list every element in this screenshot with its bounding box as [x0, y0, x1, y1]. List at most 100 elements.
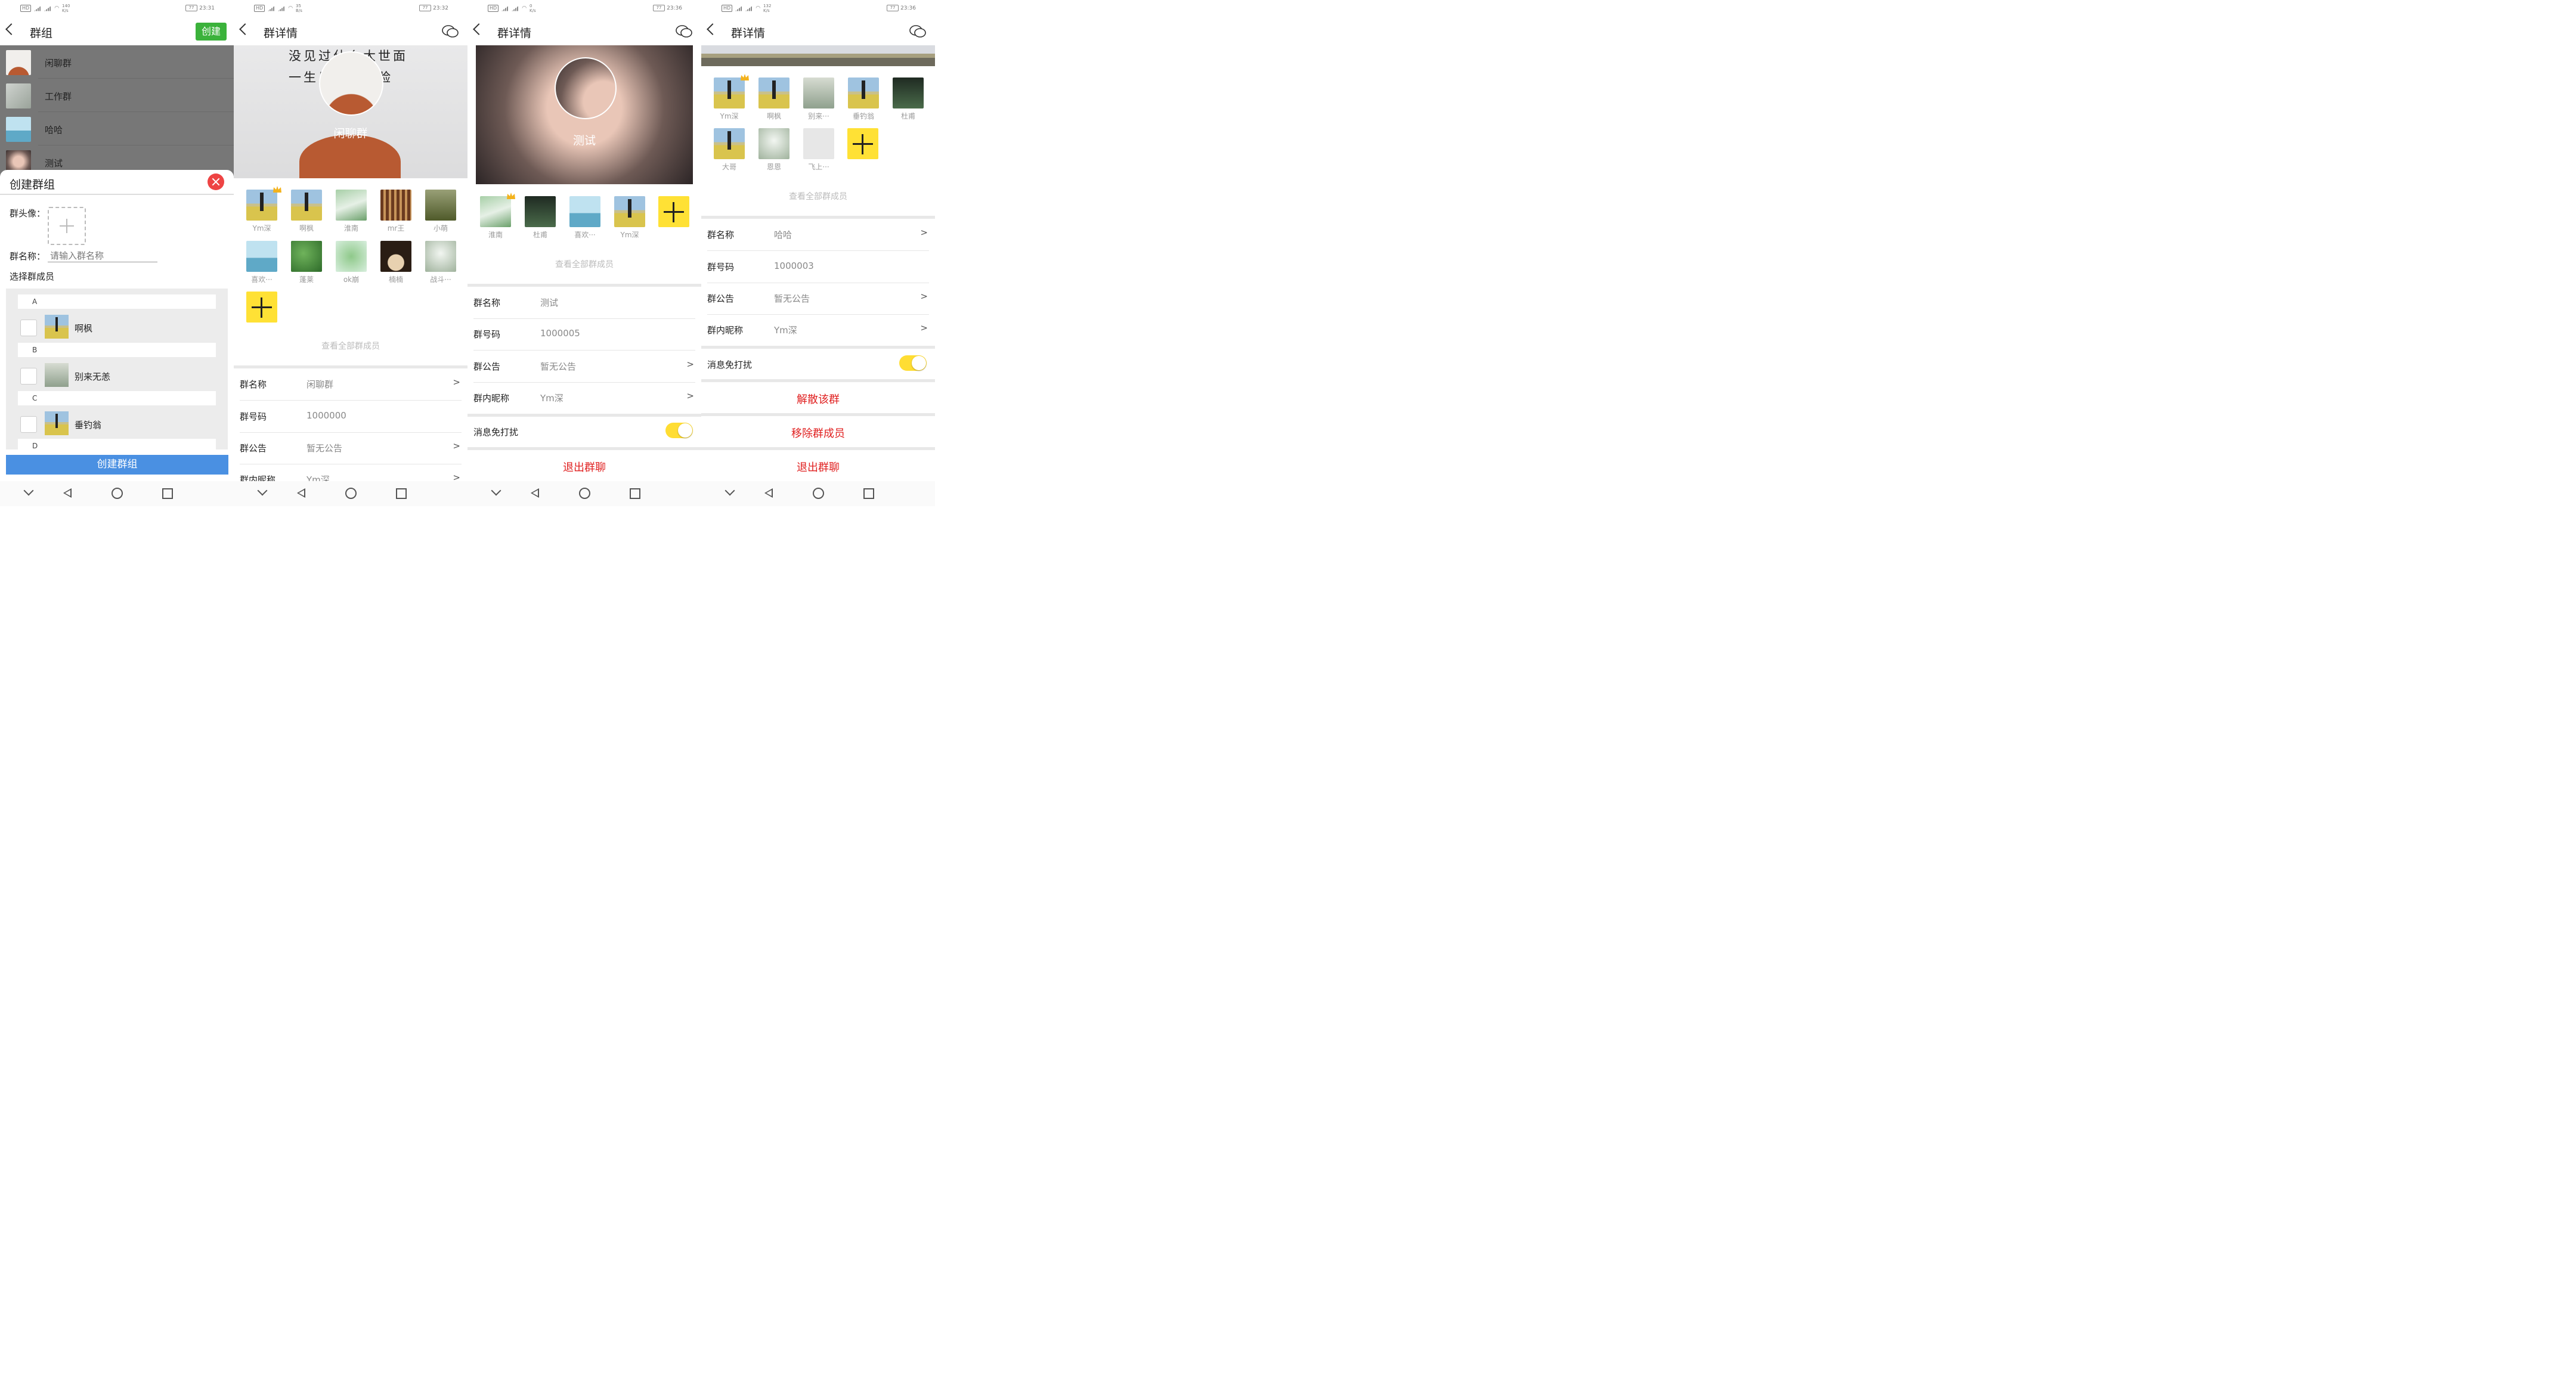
member-row[interactable]: 别来无恙	[6, 357, 228, 390]
net-speed: 35 B/s	[296, 4, 302, 13]
back-icon[interactable]	[5, 23, 17, 35]
nav-home-icon[interactable]	[813, 488, 824, 499]
create-button[interactable]: 创建	[196, 23, 227, 41]
signal-icon	[735, 5, 743, 11]
member-item[interactable]: 飞上···	[803, 128, 835, 172]
mute-toggle[interactable]	[899, 355, 927, 371]
mute-toggle[interactable]	[665, 423, 693, 438]
member-checkbox[interactable]	[20, 368, 37, 385]
wifi-icon: ◠	[54, 5, 60, 11]
signal-icon	[268, 5, 275, 11]
avatar-picker[interactable]	[48, 207, 86, 245]
nav-home-icon[interactable]	[112, 488, 123, 499]
chat-icon[interactable]	[441, 24, 459, 39]
group-name-row[interactable]: 群名称 测试	[473, 287, 695, 319]
hide-nav-icon[interactable]	[491, 485, 501, 496]
view-all-members-link[interactable]: 查看全部群成员	[701, 190, 935, 202]
nav-back-icon[interactable]	[764, 488, 773, 498]
member-item[interactable]: 蓬莱	[290, 241, 323, 284]
hide-nav-icon[interactable]	[724, 485, 735, 496]
dismiss-group-button[interactable]: 解散该群	[701, 391, 935, 407]
member-item[interactable]: 大哥	[713, 128, 745, 172]
battery-icon: 77	[185, 5, 198, 11]
group-name-input[interactable]	[48, 250, 157, 262]
nav-back-icon[interactable]	[297, 488, 305, 498]
view-all-members-link[interactable]: 查看全部群成员	[467, 258, 701, 270]
group-avatar[interactable]	[555, 57, 617, 119]
member-item[interactable]: 淮南	[479, 193, 515, 240]
member-item[interactable]: Ym深	[246, 186, 281, 233]
member-item[interactable]: 恩恩	[758, 128, 790, 172]
member-item[interactable]: 啊枫	[758, 78, 790, 121]
battery-icon: 77	[653, 5, 665, 11]
member-item[interactable]: 喜欢···	[569, 196, 601, 240]
member-item[interactable]: 啊枫	[290, 190, 323, 233]
status-bar: HD ◠ 35 B/s 77 23:32	[234, 0, 467, 18]
hide-nav-icon[interactable]	[257, 485, 268, 496]
group-notice-row[interactable]: 群公告 暂无公告 >	[240, 432, 462, 464]
battery-icon: 77	[887, 5, 899, 11]
page-title: 群详情	[497, 27, 532, 40]
exit-group-button[interactable]: 退出群聊	[467, 459, 701, 475]
add-member-button[interactable]	[658, 196, 689, 227]
member-item[interactable]: 淮南	[335, 190, 367, 233]
create-group-button[interactable]: 创建群组	[6, 455, 228, 475]
banner-hair	[299, 135, 401, 178]
member-item[interactable]: 战斗···	[425, 241, 457, 284]
back-icon[interactable]	[473, 23, 485, 35]
member-item[interactable]: 杜甫	[892, 78, 924, 121]
group-item[interactable]: 闲聊群	[0, 45, 234, 79]
view-all-members-link[interactable]: 查看全部群成员	[234, 340, 467, 352]
back-icon[interactable]	[707, 23, 719, 35]
member-item[interactable]: Ym深	[614, 196, 646, 240]
nav-back-icon[interactable]	[63, 488, 72, 498]
crown-icon	[507, 193, 515, 199]
member-item[interactable]: Ym深	[713, 74, 749, 121]
group-avatar[interactable]	[319, 51, 383, 116]
member-item[interactable]: 垂钓翁	[847, 78, 880, 121]
close-icon[interactable]	[208, 173, 224, 190]
chat-icon[interactable]	[909, 24, 927, 39]
member-item[interactable]: ok崩	[335, 241, 367, 284]
exit-group-button[interactable]: 退出群聊	[701, 459, 935, 475]
group-detail-screen: HD ◠ 0 K/s 77 23:36 群详情 测试 淮南 杜甫 喜欢··· Ym深 …	[467, 0, 701, 506]
nav-recents-icon[interactable]	[162, 488, 173, 499]
nav-home-icon[interactable]	[345, 488, 357, 499]
member-item[interactable]: 楠楠	[380, 241, 412, 284]
nav-back-icon[interactable]	[531, 488, 539, 498]
group-name: 测试	[45, 158, 63, 169]
app-header: 群详情	[701, 18, 935, 45]
group-item[interactable]: 哈哈	[0, 112, 234, 145]
member-row[interactable]: 啊枫	[6, 309, 228, 342]
nav-home-icon[interactable]	[579, 488, 590, 499]
member-item[interactable]: 杜甫	[524, 196, 556, 240]
add-member-button[interactable]	[847, 128, 878, 159]
clock: 23:32	[433, 5, 448, 11]
hide-nav-icon[interactable]	[23, 485, 34, 496]
group-nickname-row[interactable]: 群内昵称 Ym深 >	[707, 314, 929, 346]
chat-icon[interactable]	[675, 24, 693, 39]
member-item[interactable]: 小萌	[425, 190, 457, 233]
nav-recents-icon[interactable]	[396, 488, 407, 499]
nav-recents-icon[interactable]	[630, 488, 640, 499]
group-name-row[interactable]: 群名称 哈哈 >	[707, 219, 929, 251]
back-icon[interactable]	[239, 23, 251, 35]
member-item[interactable]: 喜欢···	[246, 241, 278, 284]
group-item[interactable]: 工作群	[0, 79, 234, 112]
member-item[interactable]: mr王	[380, 190, 412, 233]
group-banner: 测试	[476, 45, 693, 184]
chevron-right-icon: >	[920, 291, 928, 302]
remove-member-button[interactable]: 移除群成员	[701, 425, 935, 441]
system-nav-bar	[701, 481, 935, 506]
group-name-row[interactable]: 群名称 闲聊群 >	[240, 368, 462, 401]
nav-recents-icon[interactable]	[863, 488, 874, 499]
app-header: 群详情	[234, 18, 467, 45]
member-item[interactable]: 别来···	[803, 78, 835, 121]
member-row[interactable]: 垂钓翁	[6, 405, 228, 439]
group-notice-row[interactable]: 群公告 暂无公告 >	[473, 351, 695, 383]
group-notice-row[interactable]: 群公告 暂无公告 >	[707, 283, 929, 315]
member-checkbox[interactable]	[20, 416, 37, 433]
member-checkbox[interactable]	[20, 320, 37, 336]
group-nickname-row[interactable]: 群内昵称 Ym深 >	[473, 382, 695, 414]
add-member-button[interactable]	[246, 292, 277, 323]
